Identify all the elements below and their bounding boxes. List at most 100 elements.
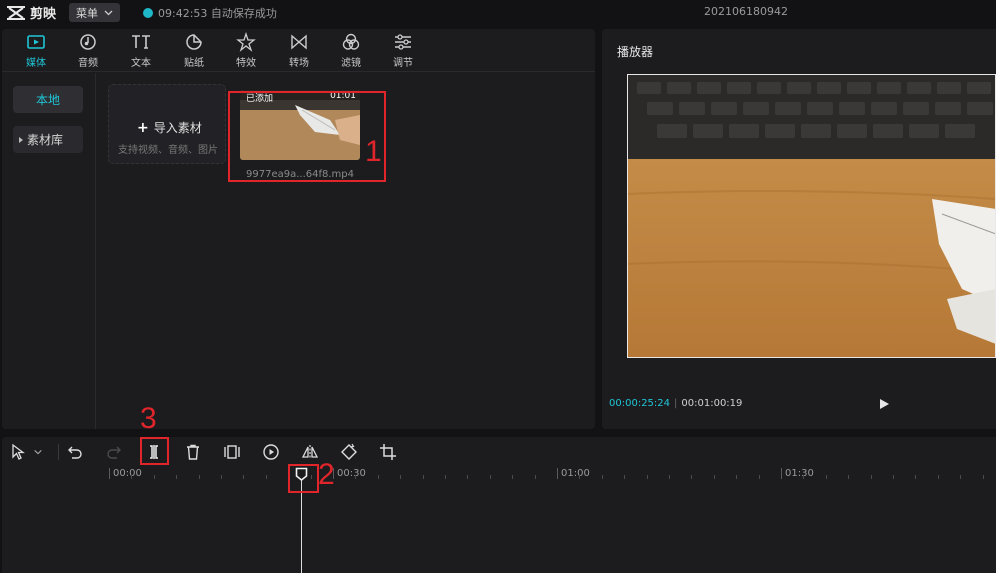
ruler-minor-tick: [691, 475, 692, 479]
adjust-icon: [395, 34, 411, 50]
project-title: 202106180942: [704, 5, 788, 18]
ruler-minor-tick: [131, 475, 132, 479]
play-circle-icon: [263, 444, 279, 460]
select-tool-dropdown[interactable]: [32, 443, 44, 461]
toolbar-divider: [58, 444, 59, 460]
crop-button[interactable]: [379, 443, 397, 461]
chevron-down-icon: [34, 449, 42, 455]
import-row: + 导入素材: [137, 119, 202, 136]
menu-button[interactable]: 菜单: [69, 3, 120, 22]
redo-icon: [107, 446, 121, 459]
tab-audio-label: 音频: [78, 58, 98, 69]
annotation-number-3: 3: [140, 402, 157, 435]
ruler-minor-tick: [423, 475, 424, 479]
ruler-minor-tick: [803, 475, 804, 479]
ruler-label-0: 00:00: [113, 468, 142, 479]
media-tab-bar: 媒体 音频 文本 贴纸 特效 转场 滤镜 调节: [2, 29, 595, 72]
ruler-minor-tick: [400, 475, 401, 479]
rotate-icon: [341, 443, 357, 460]
save-status-text: 09:42:53 自动保存成功: [158, 7, 277, 20]
ruler-minor-tick: [871, 475, 872, 479]
tab-transition[interactable]: 转场: [277, 32, 321, 70]
ruler-minor-tick: [714, 475, 715, 479]
ruler-minor-tick: [915, 475, 916, 479]
ruler-minor-tick: [736, 475, 737, 479]
sticker-icon: [186, 34, 202, 50]
total-time: 00:01:00:19: [681, 398, 743, 409]
capcut-logo-icon: [7, 5, 25, 20]
current-time: 00:00:25:24: [609, 398, 671, 409]
ruler-minor-tick: [893, 475, 894, 479]
rotate-button[interactable]: [340, 443, 358, 461]
import-media-button[interactable]: + 导入素材 支持视频、音频、图片: [108, 84, 226, 164]
player-panel: 播放器 00:00:25:24 | 00:01:00:19: [602, 29, 996, 429]
undo-button[interactable]: [66, 443, 84, 461]
tab-media[interactable]: 媒体: [14, 32, 58, 70]
ruler-minor-tick: [378, 475, 379, 479]
tab-filter[interactable]: 滤镜: [329, 32, 373, 70]
mirror-button[interactable]: [301, 443, 319, 461]
save-status-dot-icon: [143, 8, 153, 18]
ruler-minor-tick: [960, 475, 961, 479]
sidebar-item-local[interactable]: 本地: [13, 86, 83, 113]
ruler-minor-tick: [467, 475, 468, 479]
media-icon: [27, 35, 45, 49]
tab-adjust-label: 调节: [393, 58, 413, 69]
ruler-minor-tick: [535, 475, 536, 479]
tab-audio[interactable]: 音频: [66, 32, 110, 70]
sidebar-item-library-label: 素材库: [27, 133, 64, 147]
ruler-minor-tick: [221, 475, 222, 479]
ruler-minor-tick: [759, 475, 760, 479]
crop-icon: [380, 444, 396, 460]
ruler-label-90: 01:30: [785, 468, 814, 479]
annotation-box-2: [288, 464, 319, 493]
timeline-ruler[interactable]: 00:00 00:30 01:00 01:30: [2, 465, 996, 481]
tab-effects[interactable]: 特效: [224, 32, 268, 70]
ruler-minor-tick: [624, 475, 625, 479]
ruler-minor-tick: [512, 475, 513, 479]
tab-transition-label: 转场: [289, 58, 309, 69]
annotation-box-1: [228, 91, 386, 182]
ruler-minor-tick: [266, 475, 267, 479]
delete-button[interactable]: [184, 443, 202, 461]
freeze-frame-icon: [224, 445, 240, 459]
ruler-minor-tick: [938, 475, 939, 479]
trash-icon: [187, 444, 199, 460]
annotation-box-3: [140, 437, 169, 465]
time-separator: |: [674, 398, 678, 409]
redo-button[interactable]: [105, 443, 123, 461]
tab-text[interactable]: 文本: [119, 32, 163, 70]
annotation-number-1: 1: [365, 135, 382, 168]
ruler-minor-tick: [199, 475, 200, 479]
video-preview[interactable]: [627, 74, 996, 358]
plus-icon: +: [137, 119, 149, 136]
freeze-frame-button[interactable]: [223, 443, 241, 461]
ruler-minor-tick: [983, 475, 984, 479]
mirror-icon: [301, 445, 319, 459]
ruler-minor-tick: [490, 475, 491, 479]
ruler-minor-tick: [848, 475, 849, 479]
ruler-minor-tick: [445, 475, 446, 479]
annotation-number-2: 2: [318, 458, 335, 491]
chevron-down-icon: [104, 10, 113, 15]
ruler-minor-tick: [176, 475, 177, 479]
ruler-minor-tick: [355, 475, 356, 479]
reverse-play-button[interactable]: [262, 443, 280, 461]
select-tool-button[interactable]: [10, 443, 28, 461]
ruler-minor-tick: [154, 475, 155, 479]
tab-media-label: 媒体: [26, 58, 46, 69]
tab-sticker[interactable]: 贴纸: [172, 32, 216, 70]
top-bar: 剪映 菜单 09:42:53 自动保存成功 202106180942: [0, 0, 996, 26]
sidebar-item-library[interactable]: 素材库: [13, 126, 83, 153]
tab-adjust[interactable]: 调节: [381, 32, 425, 70]
ruler-minor-tick: [669, 475, 670, 479]
undo-icon: [68, 446, 82, 459]
player-title: 播放器: [617, 45, 654, 59]
import-hint: 支持视频、音频、图片: [118, 145, 218, 156]
play-icon[interactable]: [878, 398, 890, 410]
audio-icon: [80, 34, 96, 50]
tab-text-label: 文本: [131, 58, 151, 69]
player-timecode: 00:00:25:24 | 00:01:00:19: [609, 398, 742, 409]
effects-icon: [236, 32, 256, 52]
ruler-major-tick: [781, 468, 782, 479]
